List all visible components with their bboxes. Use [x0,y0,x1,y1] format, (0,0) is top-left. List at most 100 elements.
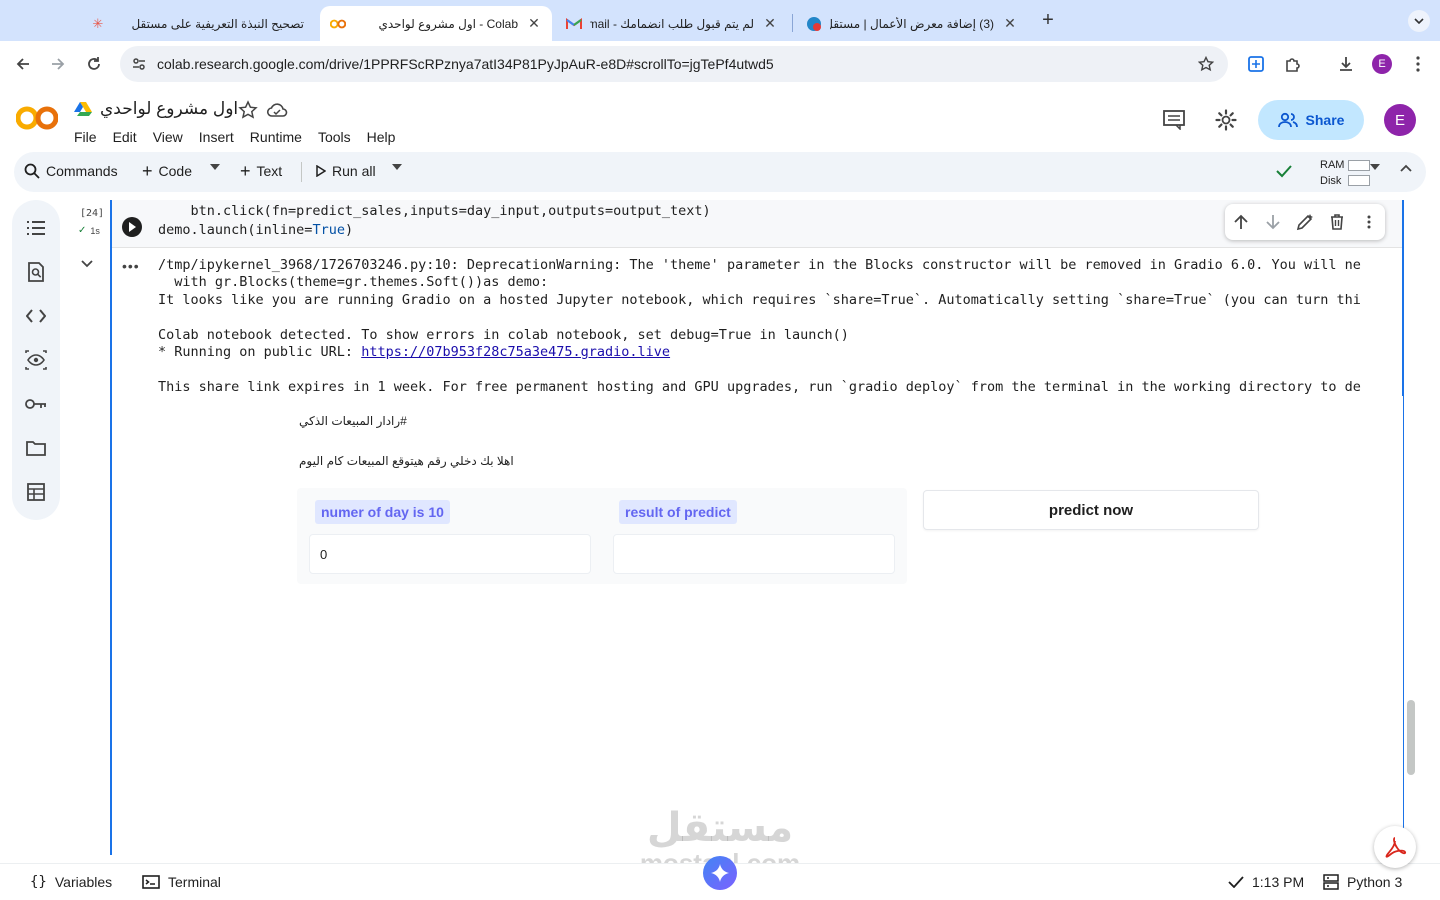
variables-inspector-eye-icon[interactable] [24,348,48,372]
add-text-cell-button[interactable]: + Text [240,162,282,180]
code-label: Code [158,163,192,179]
close-tab-icon[interactable]: ✕ [526,15,542,32]
toolbar-divider [301,162,302,182]
runtime-type-button[interactable]: Python 3 [1323,874,1402,890]
add-code-cell-button[interactable]: + Code [142,162,192,180]
move-cell-up-arrow-icon[interactable] [1231,212,1251,232]
left-sidebar [12,200,60,520]
table-of-contents-icon[interactable] [24,216,48,240]
mostaql-favicon-icon: ✳ [92,15,104,31]
browser-tab-mostaql-profile[interactable]: ✳ تصحيح النبذة التعريفية على مستقل [80,6,314,41]
bookmark-star-icon[interactable] [1197,55,1215,73]
edit-cell-pencil-icon[interactable] [1295,212,1315,232]
colab-logo-icon[interactable] [15,105,59,131]
browser-toolbar: colab.research.google.com/drive/1PPRFScR… [0,41,1440,87]
search-icon [24,163,40,179]
browser-tab-gmail[interactable]: لم يتم قبول طلب انضمامك - mail ✕ [556,6,788,41]
close-tab-icon[interactable]: ✕ [1002,15,1018,32]
predict-output-block: result of predict [613,500,895,574]
terminal-button[interactable]: Terminal [142,874,221,890]
predict-now-button[interactable]: predict now [923,490,1259,530]
forward-arrow-icon[interactable] [47,53,69,75]
commands-label: Commands [46,163,118,179]
tab-search-icon[interactable] [1408,10,1430,32]
acrobat-pdf-icon[interactable] [1374,826,1416,868]
back-arrow-icon[interactable] [12,53,34,75]
run-all-button[interactable]: Run all [316,163,376,179]
site-info-icon[interactable] [130,55,148,73]
tab-separator [792,14,793,32]
colab-header: اول مشروع لواحدي File Edit View Insert R… [0,87,1440,152]
menu-edit[interactable]: Edit [113,129,137,145]
reload-icon[interactable] [83,53,105,75]
last-run-status[interactable]: 1:13 PM [1228,874,1304,890]
address-bar[interactable]: colab.research.google.com/drive/1PPRFScR… [120,46,1228,82]
browser-tab-mostaql-portfolio[interactable]: (3) إضافة معرض الأعمال | مستقل ✕ [796,6,1028,41]
gradio-heading: #رادار المبيعات الذكي [299,414,407,428]
output-text: * Running on public URL: [158,344,362,361]
settings-gear-icon[interactable] [1213,107,1239,133]
gradio-io-panel: numer of day is 10 0 result of predict [297,488,907,584]
cell-output: /tmp/ipykernel_3968/1726703246.py:10: De… [158,257,1361,396]
play-icon [129,222,136,232]
menu-view[interactable]: View [153,129,183,145]
user-avatar[interactable]: E [1384,104,1416,136]
menu-help[interactable]: Help [367,129,396,145]
files-folder-icon[interactable] [24,436,48,460]
disk-usage-bar [1348,175,1370,186]
menu-file[interactable]: File [74,129,97,145]
output-line: It looks like you are running Gradio on … [158,291,1361,308]
comments-icon[interactable] [1161,107,1187,133]
success-check-icon: ✓ [78,225,87,236]
runtime-dropdown-icon[interactable] [1370,164,1380,170]
collapse-chevron-up-icon[interactable] [1400,164,1412,172]
variables-label: Variables [54,874,113,890]
more-actions-kebab-icon[interactable] [1359,212,1379,232]
gmail-favicon-icon [566,16,582,32]
gradio-public-url-link[interactable]: https://07b953f28c75a3e475.gradio.live [361,344,670,360]
output-actions-dots-icon[interactable]: ••• [122,258,140,274]
predict-output-field[interactable] [613,534,895,574]
browser-tab-strip: ✳ تصحيح النبذة التعريفية على مستقل Colab… [0,0,1440,41]
notebook-scrollbar-thumb[interactable] [1407,700,1415,775]
move-cell-down-arrow-icon[interactable] [1263,212,1283,232]
saved-to-drive-cloud-icon [266,101,288,119]
data-table-icon[interactable] [24,480,48,504]
browser-tab-colab[interactable]: Colab - اول مشروع لواحدي ✕ [320,6,552,41]
secrets-key-icon[interactable] [24,392,48,416]
notebook-title[interactable]: اول مشروع لواحدي [100,99,238,119]
extensions-puzzle-icon[interactable] [1282,53,1304,75]
delete-cell-trash-icon[interactable] [1327,212,1347,232]
run-all-dropdown-icon[interactable] [392,164,402,170]
gradio-subtitle: اهلا بك دخلي رقم هيتوقع المبيعات كام الي… [299,454,514,468]
variables-button[interactable]: {} Variables [30,874,112,890]
run-cell-button[interactable] [122,217,142,237]
cell-code[interactable]: btn.click(fn=predict_sales,inputs=day_in… [158,202,711,240]
code-cell-dropdown-icon[interactable] [210,164,220,170]
commands-button[interactable]: Commands [24,163,118,179]
google-sheets-extension-icon[interactable] [1245,53,1267,75]
close-tab-icon[interactable]: ✕ [762,15,778,32]
resource-monitor[interactable]: RAM Disk [1320,157,1344,189]
download-icon[interactable] [1335,53,1357,75]
menu-insert[interactable]: Insert [199,129,234,145]
star-notebook-icon[interactable] [238,100,258,120]
menu-runtime[interactable]: Runtime [250,129,302,145]
menu-tools[interactable]: Tools [318,129,351,145]
last-run-time: 1:13 PM [1252,874,1305,890]
notebook-toolbar: Commands + Code + Text Run all RAM Disk [14,152,1426,192]
find-and-replace-icon[interactable] [24,260,48,284]
day-input-field[interactable]: 0 [309,534,591,574]
gemini-sparkle-button[interactable] [703,856,737,890]
code-snippets-icon[interactable] [24,304,48,328]
tab-title: Colab - اول مشروع لواحدي [378,16,518,31]
collapse-output-chevron-down-icon[interactable] [80,256,96,272]
new-tab-icon[interactable]: + [1038,10,1058,30]
watermark-arabic: مستقل [646,806,794,850]
predict-output-label: result of predict [619,500,737,524]
browser-menu-kebab-icon[interactable] [1407,53,1429,75]
share-button[interactable]: Share [1258,100,1364,140]
browser-profile-avatar[interactable]: E [1372,54,1392,74]
google-drive-icon[interactable] [74,101,92,117]
menu-bar: File Edit View Insert Runtime Tools Help [74,129,411,145]
